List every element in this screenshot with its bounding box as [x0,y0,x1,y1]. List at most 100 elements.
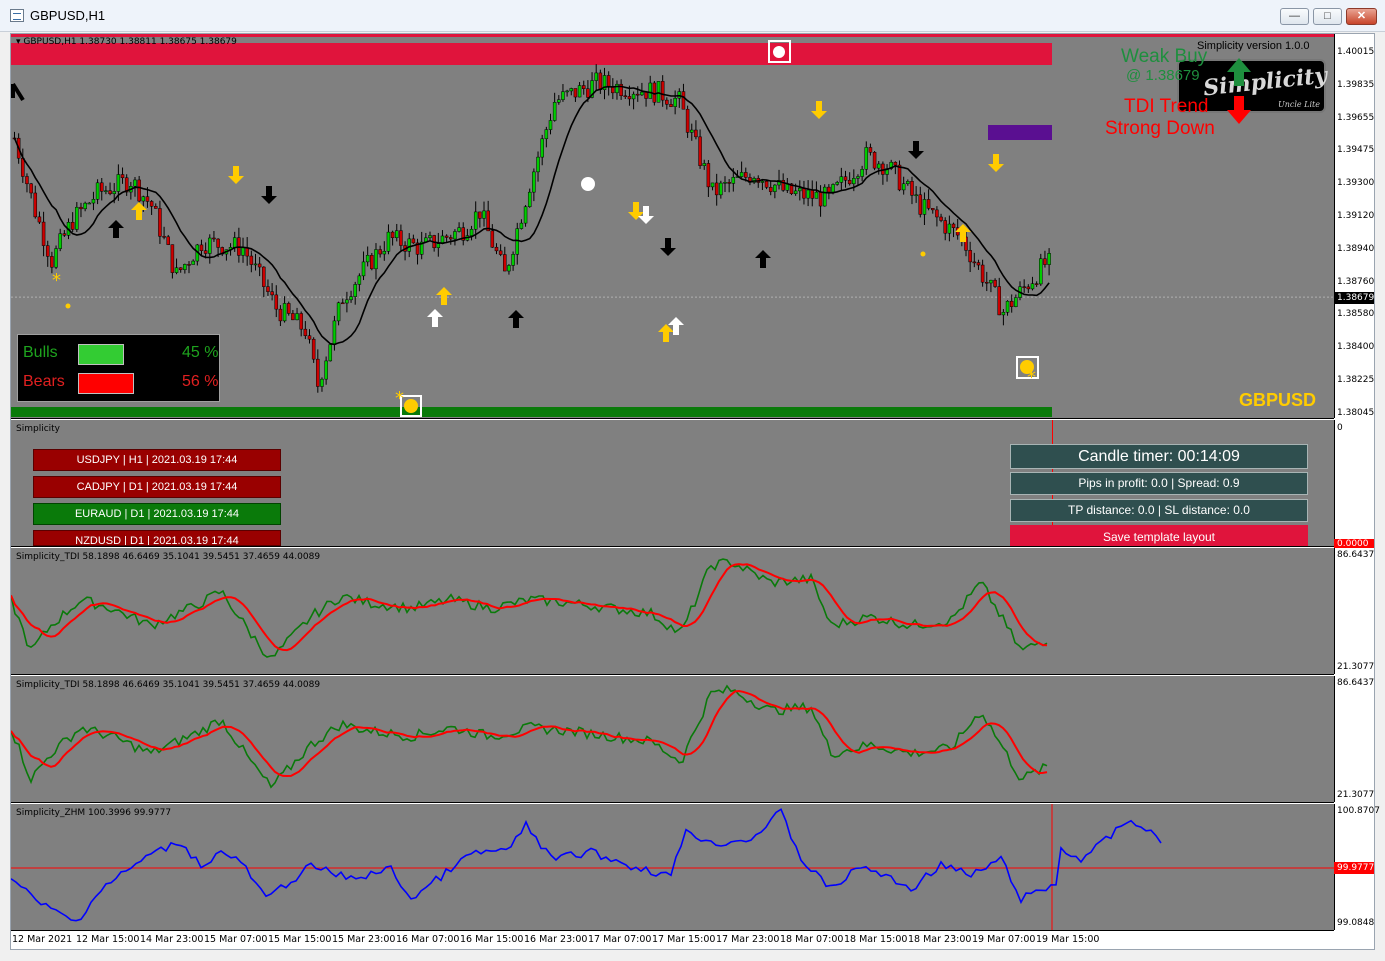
down-arrow-icon [988,154,1004,172]
time-axis-label: 18 Mar 15:00 [844,934,908,945]
candle-body [1009,300,1014,307]
candle-body [615,83,619,94]
price-axis-label: 1.39120 [1337,211,1375,221]
price-axis[interactable] [1334,34,1374,418]
small-gold-dot-icon [65,303,71,309]
candle-body [519,222,524,229]
star-marker-icon: * [395,388,404,409]
candle-body [262,266,266,287]
candle-body [29,183,33,194]
tp-sl-distance-button[interactable]: TP distance: 0.0 | SL distance: 0.0 [1010,499,1308,522]
top-target-dot-icon [773,46,785,58]
candle-body [847,179,852,185]
zhm-pane[interactable] [11,804,1334,930]
candle-body [295,313,299,321]
symbol-label: GBPUSD [1239,390,1317,410]
price-axis-label: 1.38400 [1337,342,1375,353]
up-arrow-icon [427,309,443,327]
candle-body [311,338,316,360]
candle-body [365,255,370,263]
candle-timer-button[interactable]: Candle timer: 00:14:09 [1010,444,1308,469]
bottom-target-dot-icon [404,399,418,413]
candle-body [623,95,628,98]
candle-body [573,88,578,98]
candle-body [814,191,819,199]
close-button[interactable]: ✕ [1346,8,1377,25]
time-axis-label: 17 Mar 07:00 [588,934,652,945]
candle-body [490,230,495,248]
bulls-bears-panel: Bulls 45 % Bears 56 % [17,334,220,402]
time-axis-label: 19 Mar 07:00 [972,934,1036,945]
minimize-button[interactable]: — [1280,8,1309,25]
signal-button[interactable]: CADJPY | D1 | 2021.03.19 17:44 [33,476,281,498]
candle-body [249,255,254,265]
candle-body [187,264,191,266]
candle-body [569,88,574,92]
candle-body [1026,286,1031,290]
candle-body [87,202,92,205]
candle-body [901,183,906,191]
candle-body [149,201,154,207]
candle-body [827,186,831,193]
candle-body [390,231,395,239]
tdi-red-line [11,689,1048,778]
candle-body [399,230,403,246]
candle-body [943,220,947,234]
signal-button[interactable]: NZDUSD | D1 | 2021.03.19 17:44 [33,530,281,546]
tdi-chart-1 [11,558,1048,658]
candle-body [681,91,686,110]
candle-body [112,191,116,195]
candle-body [83,202,87,210]
simplicity-axis-top: 0 [1337,423,1343,433]
candle-body [802,187,806,199]
candle-body [336,302,341,322]
maximize-button[interactable]: □ [1313,8,1342,25]
candle-body [818,191,823,207]
candle-body [731,177,736,184]
candle-body [673,97,677,107]
candle-body [922,199,927,215]
candle-body [760,180,765,183]
candle-body [926,199,931,209]
time-axis-label: 15 Mar 23:00 [332,934,396,945]
candle-body [631,93,636,100]
save-template-button[interactable]: Save template layout [1010,525,1308,546]
candle-body [141,196,146,202]
tdi-pane-1[interactable] [11,548,1334,674]
moving-average-line [13,85,1050,346]
candle-body [719,182,723,196]
candle-body [199,244,204,251]
tdi-pane-2[interactable] [11,676,1334,802]
time-axis-label: 16 Mar 07:00 [396,934,460,945]
candle-body [316,358,320,387]
candle-body [586,88,590,98]
signal-button[interactable]: EURAUD | D1 | 2021.03.19 17:44 [33,503,281,525]
time-axis-label: 16 Mar 23:00 [524,934,588,945]
candle-body [669,104,673,107]
candle-body [41,221,46,246]
candle-body [972,261,977,264]
candle-body [581,85,586,89]
candle-body [918,194,923,215]
price-axis-label: 1.38940 [1337,243,1375,254]
tdi-red-line [11,563,1048,652]
bulls-label: Bulls [23,344,58,361]
candle-body [444,235,449,238]
candle-body [320,378,324,387]
candle-body [976,262,981,266]
candle-body [997,286,1001,316]
collapse-triangle-icon[interactable]: ▾ [16,37,21,47]
candle-body [764,180,769,188]
pips-profit-button[interactable]: Pips in profit: 0.0 | Spread: 0.9 [1010,472,1308,495]
tdi-pane-2-label: Simplicity_TDI 58.1898 46.6469 35.1041 3… [16,680,321,690]
candle-body [1022,286,1026,288]
candle-body [507,265,511,272]
current-price-tag: 1.38679 [1334,292,1374,304]
candle-body [245,247,249,257]
candle-body [864,147,869,170]
candle-body [473,211,478,230]
candle-body [232,237,237,248]
time-axis-label: 15 Mar 15:00 [268,934,332,945]
signal-button[interactable]: USDJPY | H1 | 2021.03.19 17:44 [33,449,281,471]
up-arrow-icon [668,317,684,335]
